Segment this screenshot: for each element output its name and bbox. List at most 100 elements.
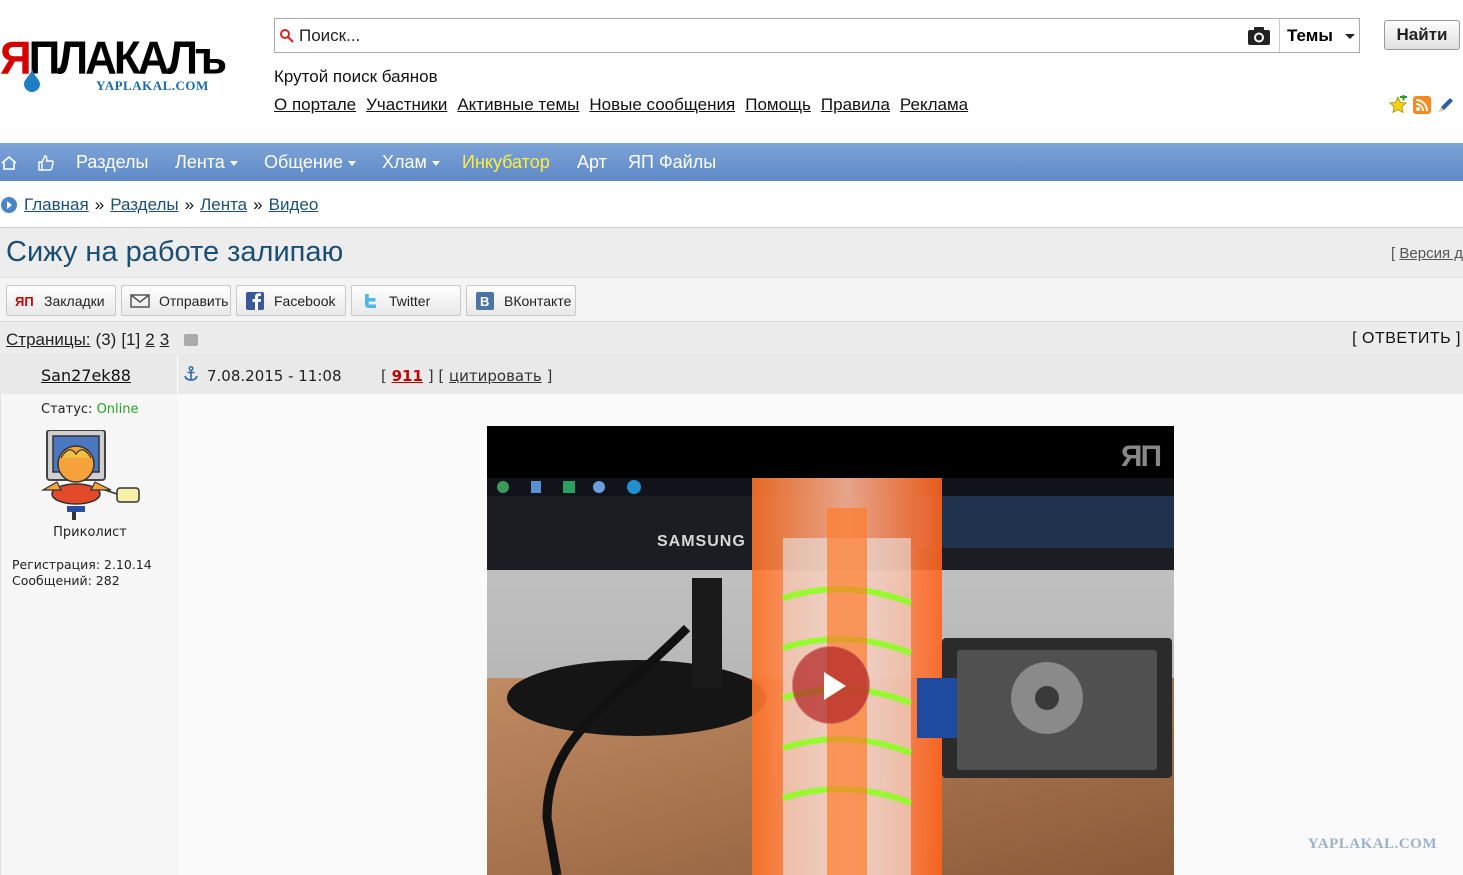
- link-active-topics[interactable]: Активные темы: [457, 95, 579, 115]
- site-logo[interactable]: ЯПЛАКАЛъ YAPLAKAL.COM: [0, 30, 250, 105]
- breadcrumb-separator: »: [253, 195, 263, 214]
- envelope-icon: [130, 293, 150, 308]
- facebook-icon: [246, 291, 264, 310]
- chevron-down-icon: [1345, 34, 1355, 39]
- pagination: Страницы: (3) [1] 2 3: [6, 330, 199, 350]
- yp-logo-icon: ЯП: [15, 294, 34, 309]
- svg-text:SAMSUNG: SAMSUNG: [657, 533, 746, 550]
- page-link[interactable]: 3: [160, 330, 169, 350]
- pencil-icon[interactable]: [1436, 95, 1456, 115]
- chevron-down-icon: [431, 160, 440, 166]
- version-link[interactable]: Версия д: [1399, 245, 1463, 262]
- arrow-circle-icon: [1, 197, 17, 213]
- link-help[interactable]: Помощь: [745, 95, 811, 115]
- author-name[interactable]: San27ek88: [41, 366, 131, 385]
- nav-junk[interactable]: Хлам: [382, 152, 440, 173]
- page-title: Сижу на работе залипаю: [6, 236, 344, 268]
- rss-icon[interactable]: [1412, 95, 1432, 115]
- breadcrumb-separator: »: [184, 195, 195, 214]
- twitter-button[interactable]: Twitter: [351, 285, 461, 316]
- bookmarks-button[interactable]: ЯП Закладки: [6, 285, 116, 316]
- vk-icon: B: [476, 291, 494, 310]
- avatar[interactable]: [39, 430, 143, 522]
- reply-button[interactable]: [ ОТВЕТИТЬ ]: [1352, 330, 1461, 348]
- site-header: ЯПЛАКАЛъ YAPLAKAL.COM Темы Найти Крутой …: [0, 0, 1463, 143]
- link-new-messages[interactable]: Новые сообщения: [589, 95, 735, 115]
- page-jump-icon[interactable]: [184, 334, 199, 346]
- post-rating[interactable]: 911: [392, 367, 423, 385]
- thumbs-up-icon[interactable]: [37, 154, 55, 172]
- link-ads[interactable]: Реклама: [900, 95, 968, 115]
- status-online: Online: [96, 402, 139, 417]
- anchor-icon[interactable]: [184, 366, 198, 382]
- bookmarks-label: Закладки: [44, 292, 105, 309]
- send-button[interactable]: Отправить: [121, 285, 231, 316]
- pages-total: (3): [95, 330, 117, 349]
- author-registration: Регистрация: 2.10.14: [12, 557, 152, 572]
- page-link[interactable]: 2: [145, 330, 154, 350]
- camera-icon[interactable]: [1247, 26, 1271, 46]
- post-meta: [ 911 ] [ цитировать ]: [381, 367, 552, 385]
- author-info: Статус: Online Приколист Регистрация: 2.…: [0, 394, 178, 875]
- video-player[interactable]: ЯП SAMSUNG: [487, 426, 1174, 875]
- post-content: ЯП SAMSUNG YAPLAKAL.COM: [178, 394, 1463, 875]
- svg-text:ЯП: ЯП: [15, 294, 34, 309]
- nav-talk[interactable]: Общение: [264, 152, 356, 173]
- author-status: Статус: Online: [41, 402, 139, 417]
- pagination-row: Страницы: (3) [1] 2 3 [ ОТВЕТИТЬ ]: [0, 322, 1463, 354]
- theme-select-label: Темы: [1287, 26, 1333, 45]
- vkontakte-label: ВКонтакте: [504, 292, 572, 309]
- link-members[interactable]: Участники: [366, 95, 447, 115]
- vkontakte-button[interactable]: B ВКонтакте: [466, 285, 576, 316]
- post-header: San27ek88 7.08.2015 - 11:08 [ 911 ] [ ци…: [0, 354, 1463, 394]
- search-box: Темы: [274, 18, 1360, 53]
- facebook-button[interactable]: Facebook: [236, 285, 346, 316]
- twitter-label: Twitter: [389, 292, 431, 309]
- breadcrumb-separator: »: [94, 195, 105, 214]
- share-bar: ЯП Закладки Отправить Facebook Twitter B…: [0, 277, 1463, 322]
- find-button[interactable]: Найти: [1384, 20, 1460, 50]
- breadcrumb-video[interactable]: Видео: [269, 195, 319, 215]
- author-messages: Сообщений: 282: [12, 573, 120, 588]
- theme-select[interactable]: Темы: [1279, 19, 1359, 52]
- search-input[interactable]: [299, 23, 1239, 49]
- version-link-wrap: [ Версия д: [1391, 245, 1463, 262]
- site-watermark: YAPLAKAL.COM: [1307, 836, 1437, 852]
- breadcrumb-home[interactable]: Главная: [24, 195, 89, 215]
- page-current: [1]: [121, 330, 141, 349]
- video-channel-logo: ЯП: [1120, 440, 1162, 473]
- top-links: О портале Участники Активные темы Новые …: [274, 95, 968, 115]
- topic-title-bar: Сижу на работе залипаю [ Версия д: [0, 227, 1463, 277]
- star-add-icon[interactable]: [1388, 95, 1408, 115]
- cool-search-text: Крутой поиск баянов: [274, 67, 438, 86]
- meta-bracket: ]: [541, 367, 553, 385]
- link-rules[interactable]: Правила: [821, 95, 890, 115]
- facebook-label: Facebook: [274, 292, 336, 309]
- nav-incubator[interactable]: Инкубатор: [462, 152, 550, 173]
- breadcrumb-feed[interactable]: Лента: [200, 195, 247, 215]
- author-rank: Приколист: [53, 525, 127, 540]
- breadcrumb: Главная » Разделы » Лента » Видео: [0, 192, 318, 218]
- logo-subtitle: YAPLAKAL.COM: [96, 78, 209, 93]
- nav-art[interactable]: Арт: [577, 152, 607, 173]
- main-nav: Разделы Лента Общение Хлам Инкубатор Арт…: [0, 143, 1463, 181]
- meta-bracket: ] [: [422, 367, 449, 385]
- search-icon: [280, 29, 294, 43]
- twitter-icon: [365, 293, 376, 308]
- nav-feed[interactable]: Лента: [175, 152, 238, 173]
- chevron-down-icon: [347, 160, 356, 166]
- play-button[interactable]: [792, 646, 870, 724]
- link-about[interactable]: О портале: [274, 95, 356, 115]
- nav-files[interactable]: ЯП Файлы: [628, 152, 716, 173]
- logo-drop-icon: [24, 68, 40, 92]
- quote-link[interactable]: цитировать: [449, 367, 542, 385]
- nav-sections[interactable]: Разделы: [76, 152, 148, 173]
- pages-label[interactable]: Страницы:: [6, 330, 91, 350]
- post-date: 7.08.2015 - 11:08: [207, 367, 342, 385]
- header-icons: [1388, 95, 1456, 115]
- chevron-down-icon: [229, 160, 238, 166]
- home-icon[interactable]: [0, 154, 18, 172]
- author-cell: San27ek88: [0, 354, 178, 394]
- breadcrumb-sections[interactable]: Разделы: [110, 195, 178, 215]
- video-top-bar: ЯП: [487, 426, 1174, 478]
